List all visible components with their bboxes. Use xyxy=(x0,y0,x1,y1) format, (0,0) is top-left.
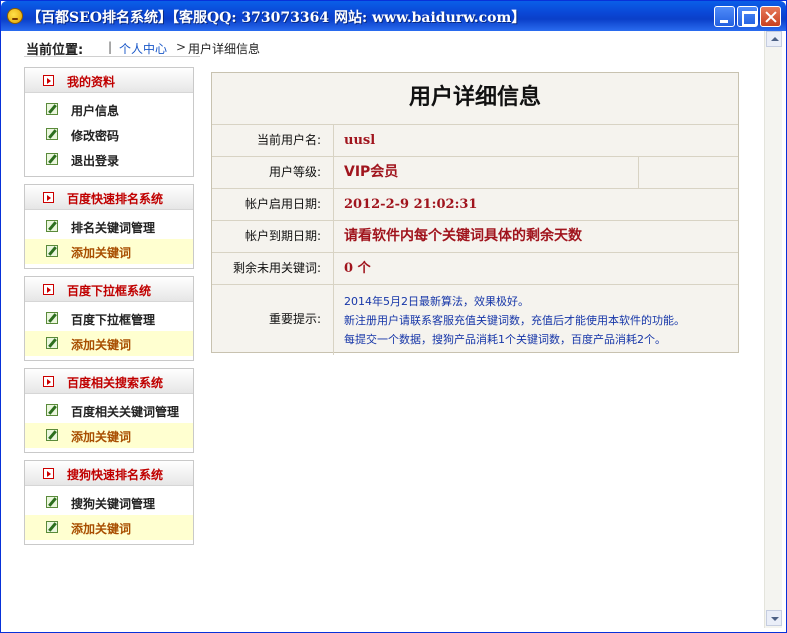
content-area: 当前位置: | 个人中心 > 用户详细信息 我的资料 用户信息 修改密码 退出登… xyxy=(4,31,764,628)
notice-text: 2014年5月2日最新算法，效果极好。 新注册用户请联系客服充值关键词数，充值后… xyxy=(344,292,685,349)
sidebar-item-label: 排名关键词管理 xyxy=(71,221,156,235)
sidebar-item-dropdown-manage[interactable]: 百度下拉框管理 xyxy=(25,306,193,331)
breadcrumb-separator: | xyxy=(108,40,113,54)
section-title: 搜狗快速排名系统 xyxy=(67,468,164,482)
sidebar-item-add-keyword[interactable]: 添加关键词 xyxy=(25,331,193,356)
row-value: 请看软件内每个关键词具体的剩余天数 xyxy=(344,228,582,244)
play-icon xyxy=(43,75,54,86)
row-label: 用户等级: xyxy=(212,157,334,188)
sidebar-item-label: 添加关键词 xyxy=(71,522,132,536)
sidebar-item-label: 修改密码 xyxy=(71,129,120,143)
sidebar-section-baidu-dropdown: 百度下拉框系统 百度下拉框管理 添加关键词 xyxy=(24,276,194,361)
edit-icon xyxy=(46,153,58,165)
section-title: 百度快速排名系统 xyxy=(67,192,164,206)
sidebar-item-label: 搜狗关键词管理 xyxy=(71,497,156,511)
sidebar-item-add-keyword[interactable]: 添加关键词 xyxy=(25,239,193,264)
section-title: 百度相关搜索系统 xyxy=(67,376,164,390)
section-title: 我的资料 xyxy=(67,75,116,89)
scroll-up-arrow-icon[interactable] xyxy=(766,31,782,47)
sidebar-item-label: 添加关键词 xyxy=(71,338,132,352)
sidebar-item-rank-keyword-manage[interactable]: 排名关键词管理 xyxy=(25,214,193,239)
edit-icon xyxy=(46,337,58,349)
section-header[interactable]: 百度相关搜索系统 xyxy=(25,369,193,394)
row-value: VIP会员 xyxy=(344,164,399,180)
sidebar-item-add-keyword[interactable]: 添加关键词 xyxy=(25,423,193,448)
edit-icon xyxy=(46,429,58,441)
sidebar: 我的资料 用户信息 修改密码 退出登录 百度快速排名系统 排名关键词管理 添加关… xyxy=(24,67,194,552)
breadcrumb-link-personal-center[interactable]: 个人中心 xyxy=(119,40,167,57)
edit-icon xyxy=(46,404,58,416)
sidebar-item-label: 退出登录 xyxy=(71,154,120,168)
sidebar-item-label: 添加关键词 xyxy=(71,246,132,260)
sidebar-section-baidu-rank: 百度快速排名系统 排名关键词管理 添加关键词 xyxy=(24,184,194,269)
edit-icon xyxy=(46,521,58,533)
play-icon xyxy=(43,284,54,295)
sidebar-item-label: 百度相关关键词管理 xyxy=(71,405,180,419)
edit-icon xyxy=(46,128,58,140)
sidebar-item-sogou-keyword-manage[interactable]: 搜狗关键词管理 xyxy=(25,490,193,515)
edit-icon xyxy=(46,245,58,257)
breadcrumb-current: 用户详细信息 xyxy=(188,42,261,56)
notice-line: 每提交一个数据，搜狗产品消耗1个关键词数，百度产品消耗2个。 xyxy=(344,333,666,346)
section-header[interactable]: 百度快速排名系统 xyxy=(25,185,193,210)
sidebar-item-label: 百度下拉框管理 xyxy=(71,313,156,327)
row-label: 当前用户名: xyxy=(212,125,334,156)
info-row-start-date: 帐户启用日期: 2012-2-9 21:02:31 xyxy=(212,189,738,221)
panel-title: 用户详细信息 xyxy=(212,73,738,125)
row-label: 重要提示: xyxy=(212,285,334,355)
play-icon xyxy=(43,468,54,479)
sidebar-section-sogou-rank: 搜狗快速排名系统 搜狗关键词管理 添加关键词 xyxy=(24,460,194,545)
row-value: 2012-2-9 21:02:31 xyxy=(344,197,478,212)
edit-icon xyxy=(46,312,58,324)
sidebar-item-change-password[interactable]: 修改密码 xyxy=(25,122,193,147)
breadcrumb-arrow: > xyxy=(176,40,187,54)
info-row-user-level: 用户等级: VIP会员 xyxy=(212,157,738,189)
sidebar-section-my-profile: 我的资料 用户信息 修改密码 退出登录 xyxy=(24,67,194,177)
breadcrumb: 当前位置: | 个人中心 > 用户详细信息 xyxy=(24,37,260,58)
sidebar-item-related-keyword-manage[interactable]: 百度相关关键词管理 xyxy=(25,398,193,423)
row-value: 0 个 xyxy=(344,261,371,276)
sidebar-section-baidu-related: 百度相关搜索系统 百度相关关键词管理 添加关键词 xyxy=(24,368,194,453)
sidebar-item-label: 用户信息 xyxy=(71,104,120,118)
section-header[interactable]: 搜狗快速排名系统 xyxy=(25,461,193,486)
maximize-button[interactable] xyxy=(737,6,758,27)
vertical-scrollbar[interactable] xyxy=(764,31,782,628)
row-label: 帐户到期日期: xyxy=(212,221,334,252)
play-icon xyxy=(43,376,54,387)
row-label: 帐户启用日期: xyxy=(212,189,334,220)
section-header[interactable]: 百度下拉框系统 xyxy=(25,277,193,302)
info-row-remaining-keywords: 剩余未用关键词: 0 个 xyxy=(212,253,738,285)
edit-icon xyxy=(46,220,58,232)
window-title: 【百都SEO排名系统】【客服QQ: 373073364 网站: www.baid… xyxy=(27,10,526,26)
sidebar-item-add-keyword[interactable]: 添加关键词 xyxy=(25,515,193,540)
title-bar[interactable]: 【百都SEO排名系统】【客服QQ: 373073364 网站: www.baid… xyxy=(1,1,786,31)
info-row-username: 当前用户名: uusl xyxy=(212,125,738,157)
minimize-button[interactable] xyxy=(714,6,735,27)
sidebar-item-label: 添加关键词 xyxy=(71,430,132,444)
section-header[interactable]: 我的资料 xyxy=(25,68,193,93)
notice-line: 新注册用户请联系客服充值关键词数，充值后才能使用本软件的功能。 xyxy=(344,314,685,327)
breadcrumb-label: 当前位置: xyxy=(26,43,84,58)
row-label: 剩余未用关键词: xyxy=(212,253,334,284)
app-window: 【百都SEO排名系统】【客服QQ: 373073364 网站: www.baid… xyxy=(0,0,787,633)
scroll-down-arrow-icon[interactable] xyxy=(766,610,782,626)
play-icon xyxy=(43,192,54,203)
info-row-important-notice: 重要提示: 2014年5月2日最新算法，效果极好。 新注册用户请联系客服充值关键… xyxy=(212,285,738,355)
row-value: uusl xyxy=(344,133,376,148)
close-button[interactable] xyxy=(760,6,781,27)
app-smiley-icon xyxy=(7,8,23,24)
sidebar-item-user-info[interactable]: 用户信息 xyxy=(25,97,193,122)
edit-icon xyxy=(46,496,58,508)
edit-icon xyxy=(46,103,58,115)
cell-divider xyxy=(638,157,639,188)
user-detail-panel: 用户详细信息 当前用户名: uusl 用户等级: VIP会员 帐户启用日期: 2… xyxy=(211,72,739,355)
section-title: 百度下拉框系统 xyxy=(67,284,152,298)
sidebar-item-logout[interactable]: 退出登录 xyxy=(25,147,193,172)
notice-line: 2014年5月2日最新算法，效果极好。 xyxy=(344,295,529,308)
info-row-expire-date: 帐户到期日期: 请看软件内每个关键词具体的剩余天数 xyxy=(212,221,738,253)
